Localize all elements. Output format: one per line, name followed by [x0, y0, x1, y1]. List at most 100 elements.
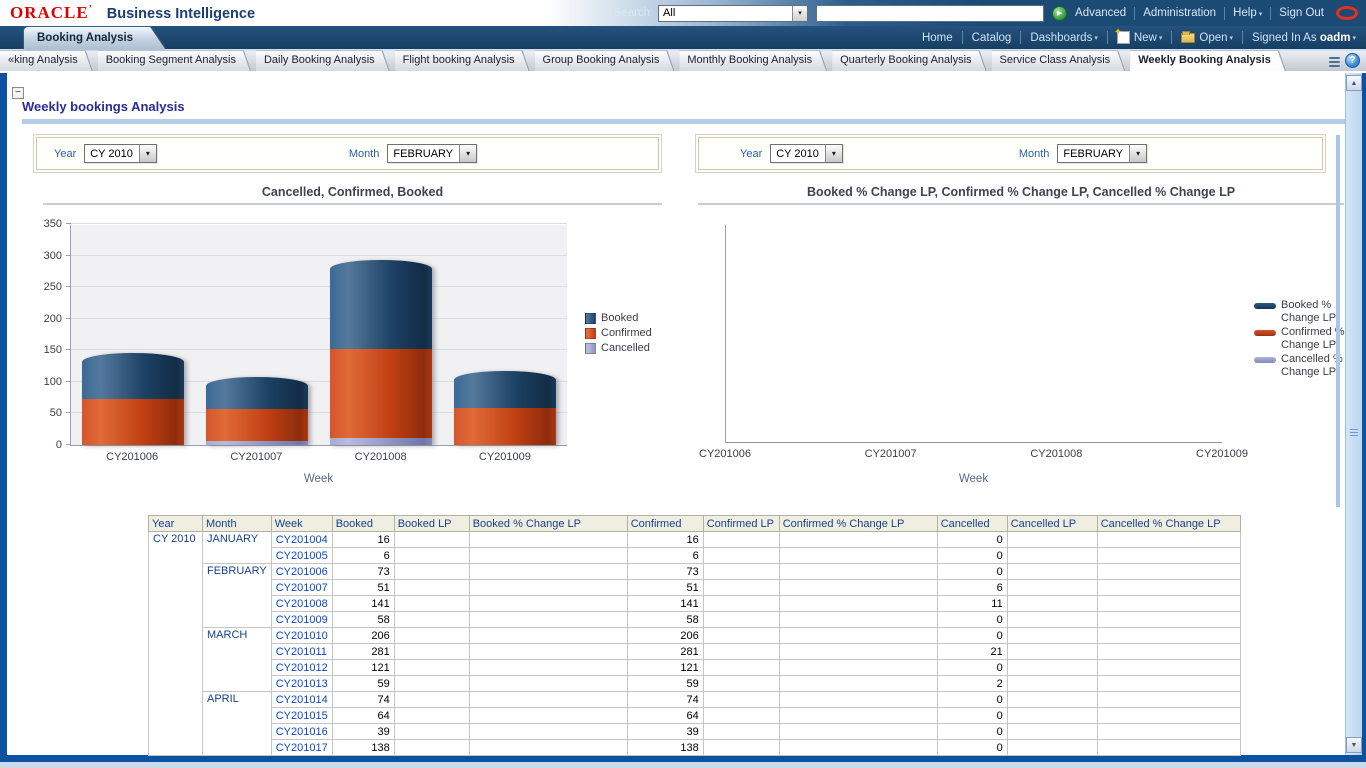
subtab-king-analysis[interactable]: «king Analysis — [0, 51, 92, 71]
booked-segment[interactable] — [454, 371, 556, 408]
help-icon[interactable]: ? — [1345, 53, 1360, 68]
column-header-booked[interactable]: Booked — [332, 516, 394, 532]
catalog-link[interactable]: Catalog — [972, 32, 1012, 44]
product-name: Business Intelligence — [107, 6, 255, 22]
search-scope-select[interactable]: All ▾ — [658, 5, 808, 22]
confirmed-cell: 73 — [627, 564, 703, 580]
bar-cy201009[interactable] — [454, 371, 556, 445]
bar-x-axis-title: Week — [70, 473, 567, 485]
subtab-daily-booking-analysis[interactable]: Daily Booking Analysis — [256, 51, 389, 71]
confirmed-pct-change-lp-cell — [779, 548, 937, 564]
column-header-year[interactable]: Year — [149, 516, 203, 532]
confirmed-segment[interactable] — [206, 409, 308, 441]
month-value: FEBRUARY — [1058, 148, 1129, 160]
scrollbar-up-icon[interactable]: ▲ — [1346, 75, 1362, 91]
search-label: Search — [614, 7, 650, 19]
chevron-down-icon[interactable]: ▾ — [459, 145, 476, 162]
week-link[interactable]: CY201004 — [271, 532, 332, 548]
help-menu[interactable]: Help▾ — [1233, 7, 1262, 19]
week-link[interactable]: CY201014 — [271, 692, 332, 708]
month-cell: MARCH — [203, 628, 272, 692]
week-link[interactable]: CY201016 — [271, 724, 332, 740]
cancelled-segment[interactable] — [206, 441, 308, 445]
month-select-right[interactable]: FEBRUARY ▾ — [1057, 144, 1147, 163]
week-link[interactable]: CY201010 — [271, 628, 332, 644]
booked-segment[interactable] — [82, 353, 184, 399]
year-select-left[interactable]: CY 2010 ▾ — [84, 144, 157, 163]
subtab-weekly-booking-analysis[interactable]: Weekly Booking Analysis — [1130, 51, 1285, 71]
booked-pct-change-lp-cell — [469, 628, 627, 644]
subtab-service-class-analysis[interactable]: Service Class Analysis — [992, 51, 1125, 71]
booked-segment[interactable] — [330, 260, 432, 349]
collapse-section-button[interactable]: − — [12, 87, 24, 99]
bar-cy201006[interactable] — [82, 353, 184, 445]
page-options-icon[interactable] — [1329, 54, 1340, 67]
booked-segment[interactable] — [206, 377, 308, 409]
year-label: Year — [740, 148, 762, 160]
cancelled-segment[interactable] — [330, 438, 432, 445]
column-splitter[interactable] — [1336, 135, 1340, 507]
week-link[interactable]: CY201017 — [271, 740, 332, 756]
search-input[interactable] — [816, 5, 1044, 22]
search-go-button[interactable]: ▶ — [1052, 6, 1067, 21]
week-link[interactable]: CY201005 — [271, 548, 332, 564]
column-header-booked-lp[interactable]: Booked LP — [394, 516, 469, 532]
chevron-down-icon[interactable]: ▾ — [1129, 145, 1146, 162]
advanced-link[interactable]: Advanced — [1075, 7, 1126, 19]
column-header-cancelled-change-lp[interactable]: Cancelled % Change LP — [1097, 516, 1240, 532]
home-link[interactable]: Home — [922, 32, 953, 44]
cancelled-cell: 11 — [937, 596, 1007, 612]
subtab-flight-booking-analysis[interactable]: Flight booking Analysis — [395, 51, 529, 71]
dashboard-tab-booking-analysis[interactable]: Booking Analysis — [24, 27, 165, 49]
subtab-quarterly-booking-analysis[interactable]: Quarterly Booking Analysis — [832, 51, 985, 71]
booked-cell: 73 — [332, 564, 394, 580]
confirmed-segment[interactable] — [454, 408, 556, 445]
dashboards-menu[interactable]: Dashboards▾ — [1030, 32, 1098, 44]
top-header-bar: ORACLE’ Business Intelligence Search All… — [0, 0, 1366, 26]
confirmed-segment[interactable] — [82, 399, 184, 445]
month-select-left[interactable]: FEBRUARY ▾ — [387, 144, 477, 163]
year-select-right[interactable]: CY 2010 ▾ — [770, 144, 843, 163]
week-link[interactable]: CY201013 — [271, 676, 332, 692]
cancelled-cell: 0 — [937, 532, 1007, 548]
column-header-month[interactable]: Month — [203, 516, 272, 532]
new-menu[interactable]: ✦New▾ — [1117, 31, 1163, 44]
open-menu[interactable]: Open▾ — [1181, 32, 1233, 44]
week-link[interactable]: CY201015 — [271, 708, 332, 724]
column-header-confirmed-change-lp[interactable]: Confirmed % Change LP — [779, 516, 937, 532]
column-header-cancelled-lp[interactable]: Cancelled LP — [1007, 516, 1097, 532]
week-link[interactable]: CY201007 — [271, 580, 332, 596]
booked-cell: 58 — [332, 612, 394, 628]
chevron-down-icon[interactable]: ▾ — [825, 145, 842, 162]
bar-cy201008[interactable] — [330, 260, 432, 445]
vertical-scrollbar[interactable]: ▲ ▼ — [1345, 73, 1362, 755]
column-header-confirmed-lp[interactable]: Confirmed LP — [703, 516, 779, 532]
week-link[interactable]: CY201006 — [271, 564, 332, 580]
scrollbar-down-icon[interactable]: ▼ — [1346, 737, 1362, 753]
week-link[interactable]: CY201008 — [271, 596, 332, 612]
week-link[interactable]: CY201012 — [271, 660, 332, 676]
column-header-cancelled[interactable]: Cancelled — [937, 516, 1007, 532]
column-header-confirmed[interactable]: Confirmed — [627, 516, 703, 532]
column-header-week[interactable]: Week — [271, 516, 332, 532]
subtab-monthly-booking-analysis[interactable]: Monthly Booking Analysis — [679, 51, 826, 71]
column-header-booked-change-lp[interactable]: Booked % Change LP — [469, 516, 627, 532]
confirmed-segment[interactable] — [330, 349, 432, 438]
chevron-down-icon[interactable]: ▾ — [139, 145, 156, 162]
signed-in-menu[interactable]: Signed In As oadm▾ — [1252, 32, 1356, 44]
scrollbar-thumb[interactable] — [1350, 429, 1358, 436]
cancelled-cell: 0 — [937, 660, 1007, 676]
confirmed-line-swatch-icon — [1254, 330, 1276, 336]
subtab-booking-segment-analysis[interactable]: Booking Segment Analysis — [98, 51, 250, 71]
administration-link[interactable]: Administration — [1143, 7, 1216, 19]
week-link[interactable]: CY201009 — [271, 612, 332, 628]
week-link[interactable]: CY201011 — [271, 644, 332, 660]
confirmed-cell: 58 — [627, 612, 703, 628]
divider — [1020, 31, 1021, 44]
sign-out-link[interactable]: Sign Out — [1279, 7, 1324, 19]
chevron-down-icon[interactable]: ▾ — [792, 6, 807, 21]
bar-cy201007[interactable] — [206, 377, 308, 445]
subtab-group-booking-analysis[interactable]: Group Booking Analysis — [535, 51, 674, 71]
cancelled-pct-change-lp-cell — [1097, 612, 1240, 628]
cancelled-lp-cell — [1007, 628, 1097, 644]
